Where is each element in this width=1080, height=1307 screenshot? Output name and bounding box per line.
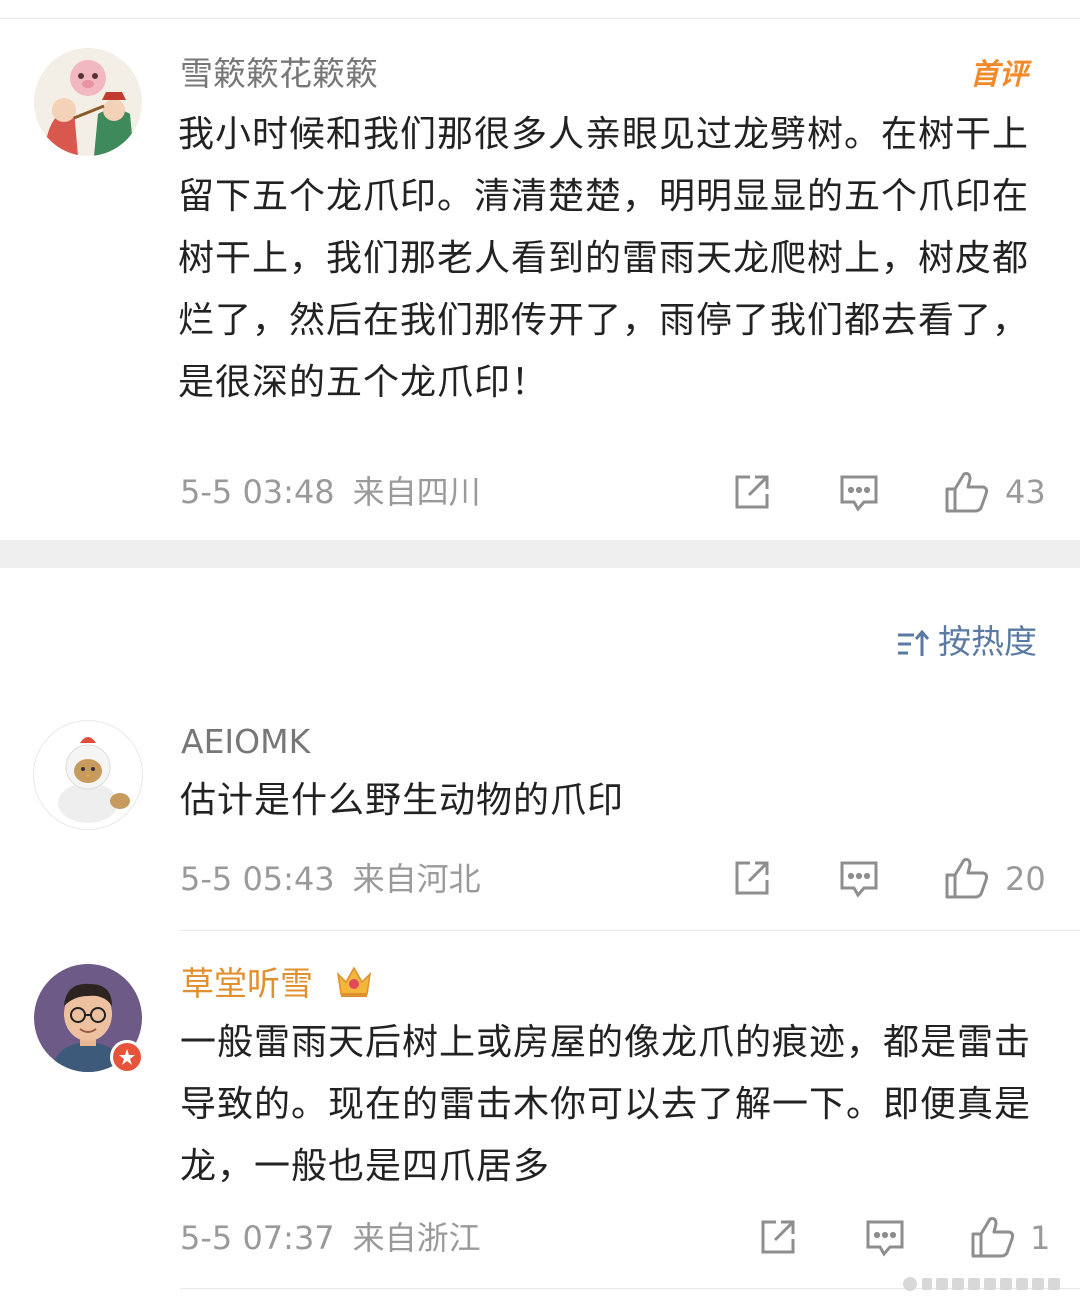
comment-meta: 5-5 05:43 来自河北 [180, 859, 481, 899]
share-icon[interactable] [732, 472, 772, 512]
like-icon[interactable] [970, 1215, 1016, 1259]
like-count: 1 [1030, 1219, 1051, 1257]
comment-text: 一般雷雨天后树上或房屋的像龙爪的痕迹，都是雷击导致的。现在的雷击木你可以去了解一… [180, 1022, 1032, 1187]
like-icon[interactable] [944, 856, 990, 900]
comment-location: 来自河北 [352, 860, 481, 898]
like-icon[interactable] [944, 470, 990, 514]
sort-icon [898, 629, 930, 656]
comment-location: 来自浙江 [352, 1219, 481, 1257]
avatar[interactable] [34, 48, 142, 156]
verified-badge [110, 1040, 144, 1074]
avatar[interactable] [33, 720, 143, 830]
comment-location: 来自四川 [352, 473, 481, 511]
comment-meta: 5-5 07:37 来自浙江 [180, 1218, 481, 1258]
sort-label: 按热度 [938, 622, 1037, 661]
sort-by-hot-button[interactable]: 按热度 [896, 622, 1037, 662]
comment-icon[interactable] [838, 858, 880, 900]
comment-meta: 5-5 03:48 来自四川 [180, 472, 481, 512]
comment-icon[interactable] [838, 472, 880, 514]
avatar-image [34, 48, 142, 156]
username[interactable]: 雪簌簌花簌簌 [180, 54, 378, 94]
comment-icon[interactable] [864, 1217, 906, 1259]
comment-text: 我小时候和我们那很多人亲眼见过龙劈树。在树干上留下五个龙爪印。清清楚楚，明明显显… [178, 114, 1030, 403]
like-count: 43 [1005, 473, 1046, 511]
username[interactable]: 草堂听雪 [181, 964, 313, 1004]
like-count: 20 [1005, 860, 1046, 898]
first-comment-badge: 首评 [970, 57, 1029, 91]
comment-time: 5-5 07:37 [180, 1219, 335, 1257]
comment-text: 估计是什么野生动物的爪印 [180, 780, 625, 821]
comment-divider [180, 930, 1080, 931]
top-divider [0, 18, 1080, 19]
username[interactable]: AEIOMK [181, 722, 310, 762]
crown-icon [334, 960, 374, 1000]
avatar-image [34, 721, 142, 829]
watermark [900, 1269, 1070, 1299]
share-icon[interactable] [758, 1217, 798, 1257]
section-separator [0, 540, 1080, 568]
star-icon [119, 1049, 135, 1065]
comment-time: 5-5 05:43 [180, 860, 335, 898]
comment-time: 5-5 03:48 [180, 473, 335, 511]
share-icon[interactable] [732, 858, 772, 898]
